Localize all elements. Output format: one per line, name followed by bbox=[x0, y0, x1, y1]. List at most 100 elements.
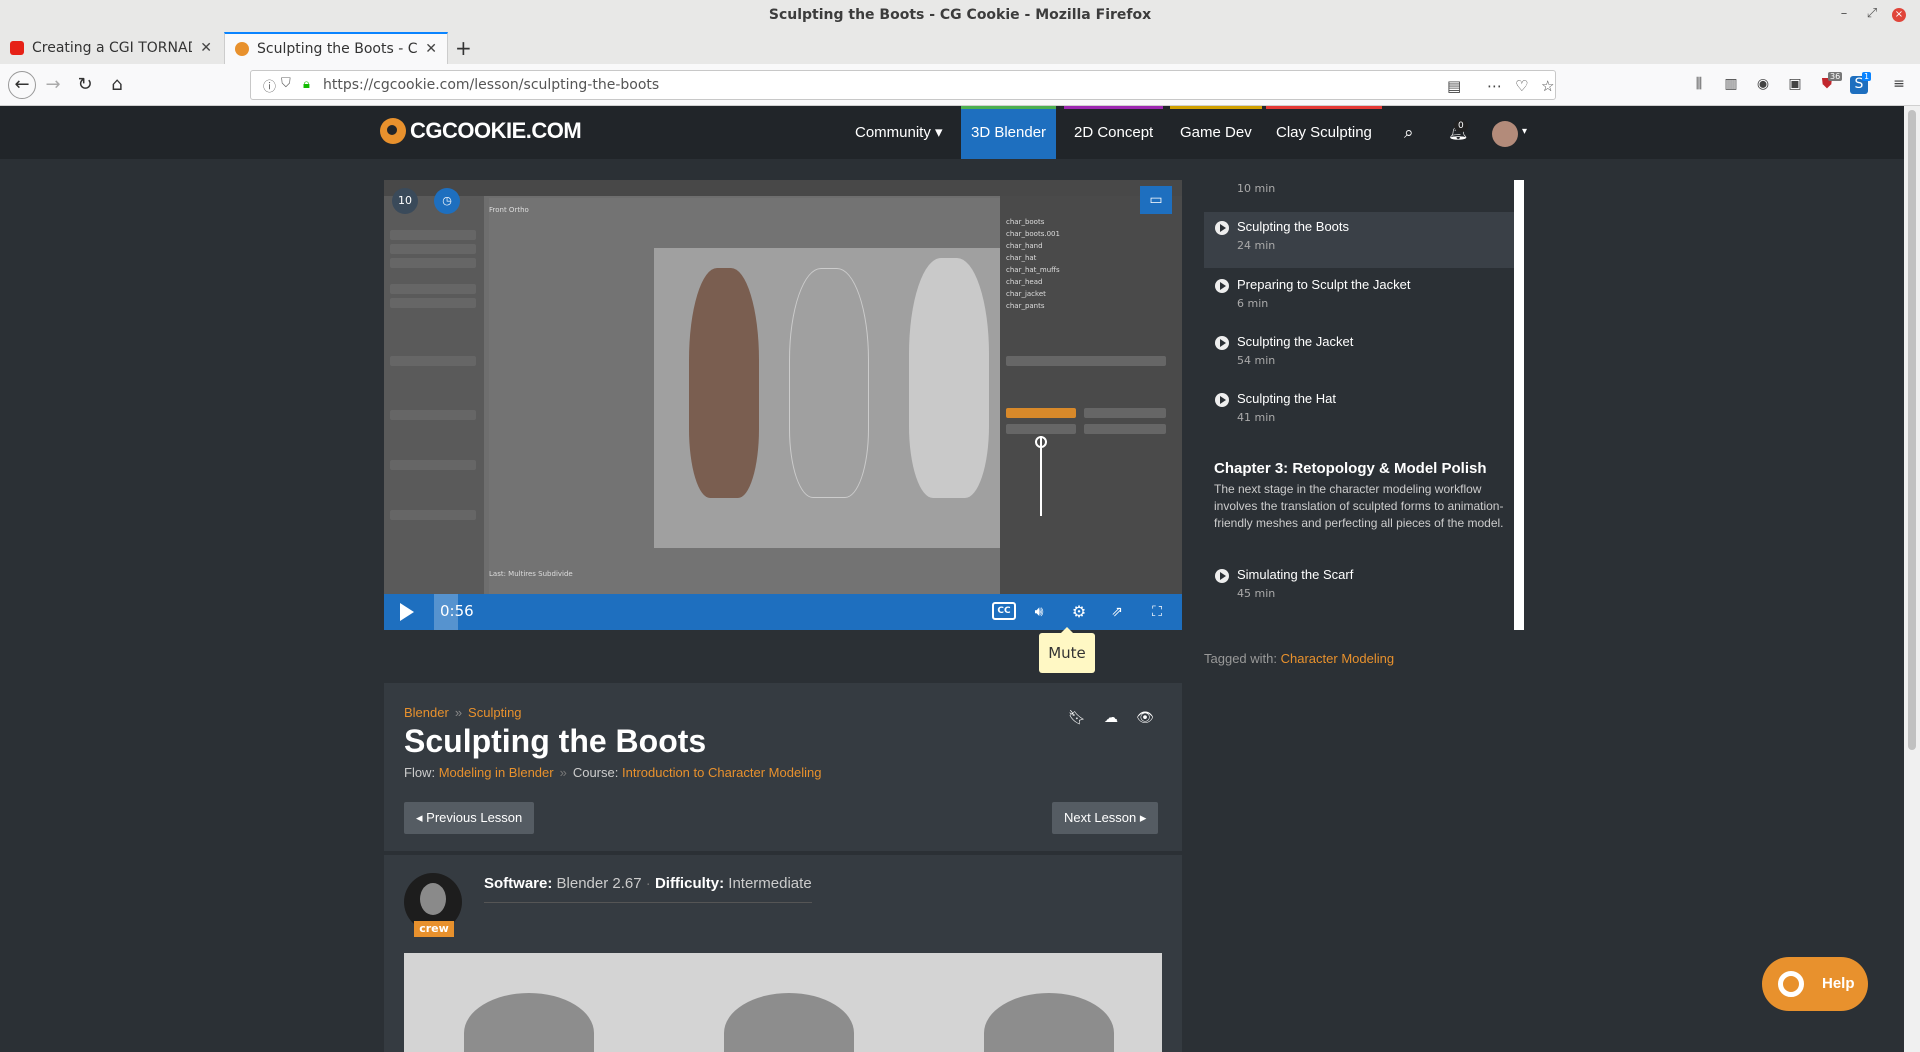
account-icon[interactable]: ◉ bbox=[1754, 76, 1772, 94]
breadcrumb: Blender » Sculpting bbox=[404, 705, 522, 720]
previous-lesson-button[interactable]: ◂ Previous Lesson bbox=[404, 802, 535, 834]
close-tab-icon[interactable]: ✕ bbox=[200, 40, 212, 56]
shelf-button bbox=[390, 244, 476, 254]
volume-slider-track[interactable] bbox=[1040, 436, 1042, 516]
bookmark-icon[interactable]: 🔖︎ bbox=[1066, 707, 1088, 729]
nav-community[interactable]: Community ▾ bbox=[845, 106, 953, 159]
outliner-item: char_hand bbox=[1006, 242, 1043, 250]
home-icon[interactable]: ⌂ bbox=[104, 72, 130, 98]
nav-label: 2D Concept bbox=[1074, 124, 1154, 141]
site-info-icon[interactable]: ⓘ bbox=[263, 76, 276, 95]
hamburger-menu-icon[interactable]: ≡ bbox=[1890, 76, 1908, 94]
playlist-item[interactable]: Sculpting the Boots 24 min bbox=[1204, 212, 1514, 268]
reload-icon[interactable]: ↻ bbox=[72, 72, 98, 98]
next-lesson-label: Next Lesson bbox=[1064, 810, 1137, 825]
captions-icon[interactable]: CC bbox=[992, 602, 1016, 620]
page-actions-icon[interactable]: ⋯ bbox=[1487, 77, 1502, 95]
youtube-favicon-icon bbox=[10, 41, 24, 55]
tracking-shield-icon[interactable]: ⛉ bbox=[281, 76, 291, 91]
course-label: Course: bbox=[572, 765, 619, 780]
playlist-item[interactable]: Simulating the Scarf 45 min bbox=[1204, 560, 1514, 616]
breadcrumb-blender[interactable]: Blender bbox=[404, 705, 449, 720]
character-sculpt-mesh bbox=[909, 258, 989, 498]
lesson-preview-image bbox=[404, 953, 1162, 1052]
user-avatar[interactable] bbox=[1492, 121, 1518, 147]
nav-2d-concept[interactable]: 2D Concept bbox=[1064, 106, 1164, 159]
breadcrumb-sculpting[interactable]: Sculpting bbox=[468, 705, 521, 720]
meta-separator: · bbox=[645, 875, 651, 892]
reader-view-icon[interactable]: ▤ bbox=[1447, 77, 1461, 95]
nav-3d-blender[interactable]: 3D Blender bbox=[961, 106, 1057, 159]
render-bust bbox=[984, 993, 1114, 1052]
notification-bell-icon[interactable]: 🔔︎ bbox=[1438, 106, 1478, 159]
tab-creating-tornado[interactable]: Creating a CGI TORNADO ✕ bbox=[0, 32, 222, 64]
playlist-item[interactable]: Sculpting the Hat 41 min bbox=[1204, 384, 1514, 440]
pocket-icon[interactable]: ♡ bbox=[1515, 77, 1528, 95]
bookmark-star-icon[interactable]: ☆ bbox=[1541, 77, 1554, 95]
maximize-icon[interactable]: ⤢ bbox=[1864, 6, 1880, 21]
play-icon[interactable] bbox=[400, 603, 414, 621]
forward-icon[interactable]: → bbox=[40, 72, 66, 98]
page-scrollbar-thumb[interactable] bbox=[1908, 110, 1916, 750]
search-icon[interactable]: ⌕ bbox=[1394, 106, 1424, 159]
skip-back-10-icon[interactable]: 10 bbox=[392, 188, 418, 214]
chapter-block: Chapter 3: Retopology & Model Polish The… bbox=[1214, 460, 1514, 532]
settings-gear-icon[interactable]: ⚙ bbox=[1068, 602, 1090, 622]
minimize-icon[interactable]: – bbox=[1836, 6, 1852, 21]
download-cloud-icon[interactable]: ☁ bbox=[1100, 707, 1122, 729]
nav-clay-sculpting[interactable]: Clay Sculpting bbox=[1266, 106, 1382, 159]
extension-count-badge: 1 bbox=[1862, 72, 1872, 81]
clock-icon[interactable]: ◷ bbox=[434, 188, 460, 214]
screenshot-icon[interactable]: ▣ bbox=[1786, 76, 1804, 94]
site-logo[interactable]: CGCOOKIE.COM bbox=[380, 118, 582, 144]
play-circle-icon bbox=[1215, 569, 1229, 583]
nav-label: 3D Blender bbox=[971, 124, 1047, 141]
playlist-item-title: Sculpting the Hat bbox=[1237, 391, 1337, 406]
flow-link[interactable]: Modeling in Blender bbox=[439, 765, 554, 780]
lesson-meta: Software: Blender 2.67 · Difficulty: Int… bbox=[484, 875, 812, 903]
help-label: Help bbox=[1822, 975, 1855, 992]
tab-label: Creating a CGI TORNADO bbox=[32, 40, 193, 56]
help-button[interactable]: Help bbox=[1762, 957, 1868, 1011]
divider bbox=[384, 851, 1182, 855]
url-bar[interactable]: ⓘ ⛉ 🔒︎ https://cgcookie.com/lesson/sculp… bbox=[250, 70, 1556, 100]
tag-link[interactable]: Character Modeling bbox=[1281, 651, 1394, 666]
play-circle-icon bbox=[1215, 336, 1229, 350]
back-icon[interactable]: ← bbox=[8, 71, 36, 99]
arrow-left-circle-icon: ◂ bbox=[416, 810, 423, 825]
nav-game-dev[interactable]: Game Dev bbox=[1170, 106, 1262, 159]
fullscreen-icon[interactable]: ⛶ bbox=[1146, 602, 1168, 622]
volume-icon[interactable]: 🔊︎ bbox=[1028, 602, 1050, 622]
course-link[interactable]: Introduction to Character Modeling bbox=[622, 765, 821, 780]
logo-text: CGCOOKIE.COM bbox=[410, 118, 582, 143]
new-tab-plus-icon[interactable]: + bbox=[455, 36, 472, 60]
viewport-label: Front Ortho bbox=[489, 206, 529, 214]
url-text[interactable]: https://cgcookie.com/lesson/sculpting-th… bbox=[323, 77, 659, 93]
nav-color-bar bbox=[961, 106, 1057, 109]
tab-label: Sculpting the Boots - CG Cookie bbox=[257, 41, 418, 57]
library-icon[interactable]: ⫼ bbox=[1690, 76, 1708, 94]
volume-slider-knob[interactable] bbox=[1035, 436, 1047, 448]
tagged-with: Tagged with: Character Modeling bbox=[1204, 651, 1394, 666]
playlist-item[interactable]: Sculpting the Jacket 54 min bbox=[1204, 327, 1514, 383]
ublock-count-badge: 36 bbox=[1828, 72, 1843, 81]
video-player[interactable]: Front Ortho Last: Multires Subdivide cha… bbox=[384, 180, 1182, 630]
watch-eye-icon[interactable]: 👁︎ bbox=[1134, 707, 1156, 729]
cgcookie-favicon-icon bbox=[235, 42, 249, 56]
sidebar-icon[interactable]: ▥ bbox=[1722, 76, 1740, 94]
theater-mode-icon[interactable]: ▭ bbox=[1140, 186, 1172, 214]
share-icon[interactable]: ⇗ bbox=[1106, 602, 1128, 622]
chapter-description: The next stage in the character modeling… bbox=[1214, 482, 1504, 530]
nav-color-bar bbox=[1170, 106, 1262, 109]
play-circle-icon bbox=[1215, 221, 1229, 235]
shelf-button bbox=[390, 258, 476, 268]
close-window-icon[interactable]: × bbox=[1892, 8, 1906, 22]
difficulty-value: Intermediate bbox=[728, 875, 812, 892]
close-tab-icon[interactable]: ✕ bbox=[425, 41, 437, 57]
video-time: 0:56 bbox=[440, 602, 474, 620]
playlist-item[interactable]: Preparing to Sculpt the Jacket 6 min bbox=[1204, 270, 1514, 326]
next-lesson-button[interactable]: Next Lesson ▸ bbox=[1052, 802, 1159, 834]
modifier-button bbox=[1084, 424, 1166, 434]
chevron-down-icon[interactable]: ▾ bbox=[1522, 126, 1527, 137]
tab-sculpting-boots[interactable]: Sculpting the Boots - CG Cookie ✕ bbox=[224, 32, 448, 64]
